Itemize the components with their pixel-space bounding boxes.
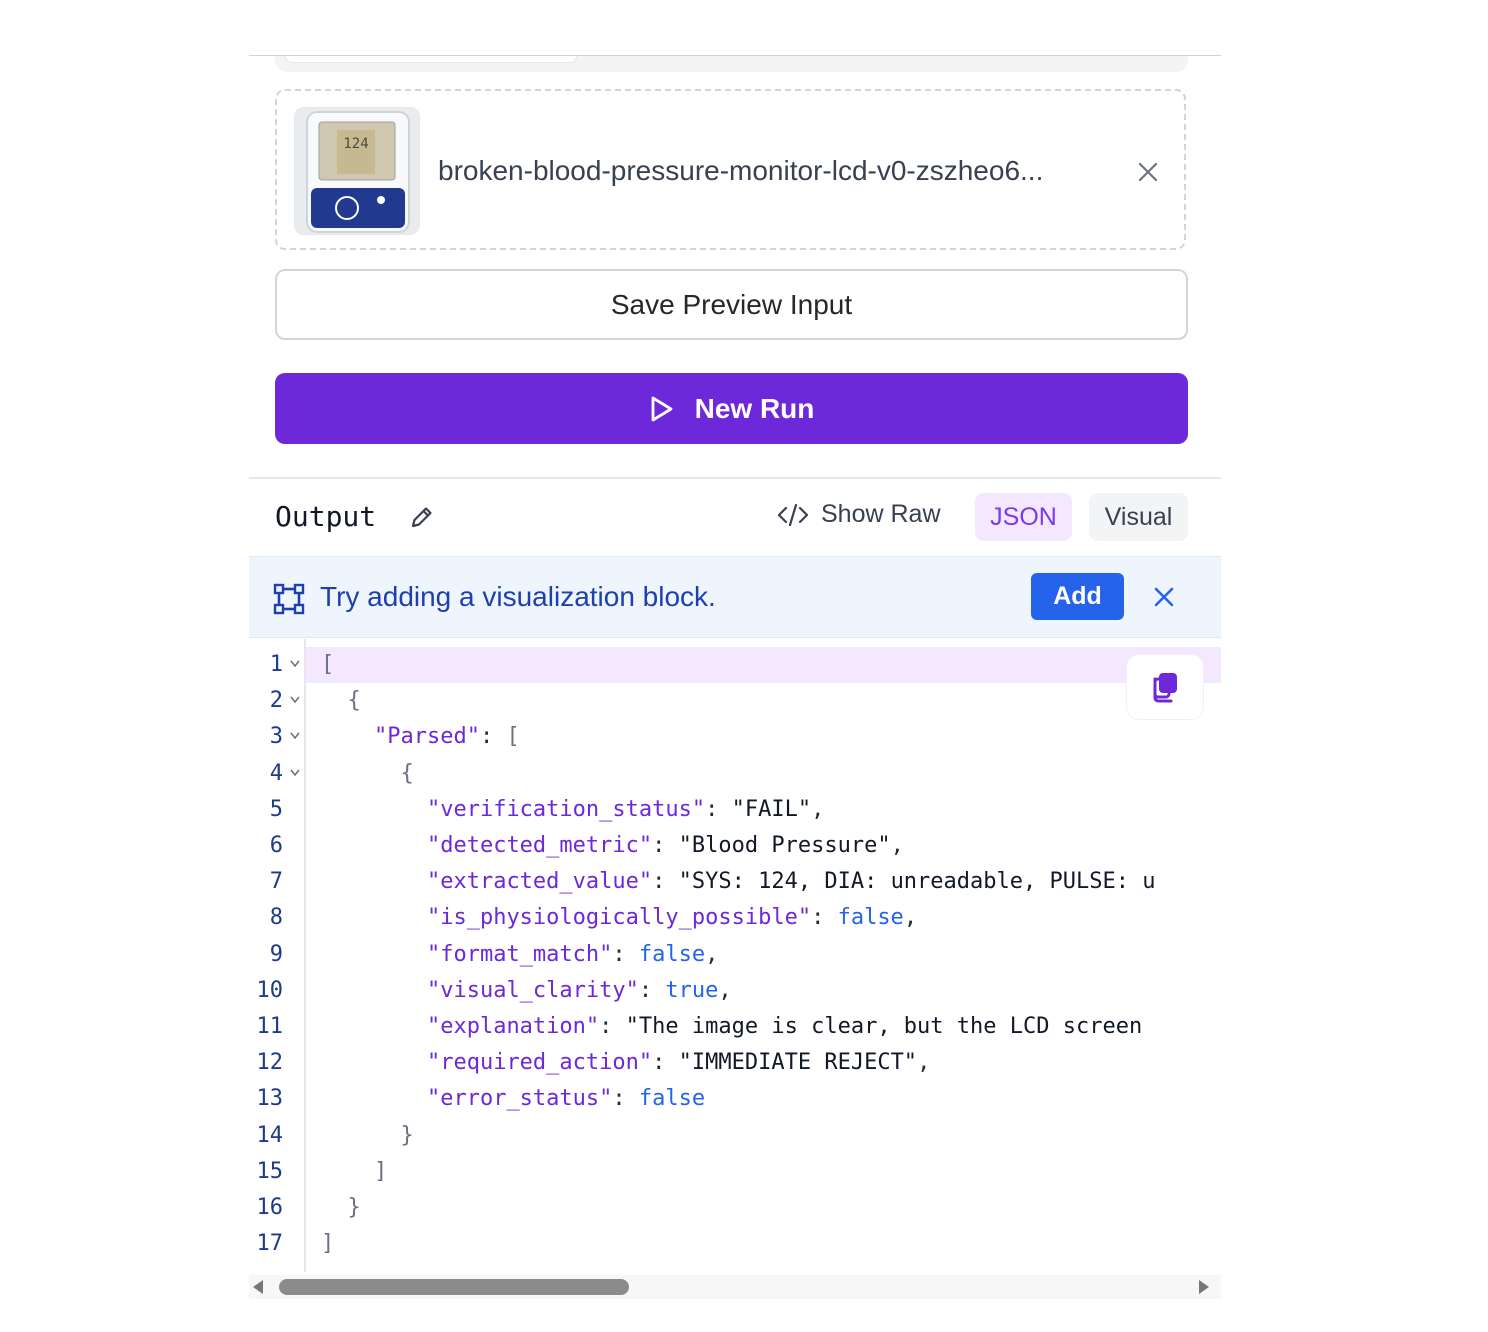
line-number: 9 (269, 941, 283, 967)
section-divider (249, 477, 1221, 479)
svg-text:124: 124 (343, 136, 368, 152)
line-number: 15 (256, 1158, 284, 1184)
line-number: 2 (269, 688, 283, 714)
fold-chevron-icon[interactable] (289, 657, 301, 669)
copy-button[interactable] (1127, 655, 1203, 719)
line-number: 8 (269, 905, 283, 931)
add-visualization-button[interactable]: Add (1031, 573, 1124, 620)
line-number: 3 (269, 724, 283, 750)
code-line: 9 "format_match": false, (249, 937, 1221, 973)
banner-message: Try adding a visualization block. (320, 581, 716, 612)
code-line: 16 } (249, 1190, 1221, 1226)
code-text: "format_match": false, (426, 941, 719, 967)
code-line: 13 "error_status": false (249, 1081, 1221, 1117)
code-text: "is_physiologically_possible": false, (426, 905, 918, 931)
input-area-bottom (275, 56, 1188, 72)
file-thumbnail[interactable]: 124 (294, 107, 420, 235)
code-text: "error_status": false (426, 1086, 706, 1112)
code-line: 14 } (249, 1118, 1221, 1154)
code-text: "detected_metric": "Blood Pressure", (426, 833, 904, 858)
code-line: 2 { (249, 683, 1221, 719)
line-number: 11 (256, 1014, 284, 1039)
code-line: 7 "extracted_value": "SYS: 124, DIA: unr… (249, 864, 1221, 900)
line-number: 17 (256, 1231, 284, 1257)
line-number: 5 (269, 796, 283, 822)
pencil-icon[interactable] (409, 504, 435, 530)
code-text: } (347, 1195, 361, 1220)
code-line: 5 "verification_status": "FAIL", (249, 792, 1221, 828)
scrollbar-thumb[interactable] (279, 1279, 629, 1295)
code-line: 11 "explanation": "The image is clear, b… (249, 1009, 1221, 1045)
tab-json[interactable]: JSON (975, 493, 1072, 541)
fold-chevron-icon[interactable] (289, 766, 301, 778)
play-icon (651, 396, 673, 421)
preview-panel: 124 broken-blood-pressure-monitor-lcd-v0… (249, 0, 1221, 1332)
code-text: "required_action": "IMMEDIATE REJECT", (426, 1050, 931, 1076)
line-number: 10 (256, 977, 284, 1003)
json-code-editor[interactable]: 1[2 {3 "Parsed": [4 {5 "verification_sta… (249, 639, 1221, 1272)
code-line: 12 "required_action": "IMMEDIATE REJECT"… (249, 1045, 1221, 1081)
code-text: "extracted_value": "SYS: 124, DIA: unrea… (426, 869, 1156, 895)
line-number: 13 (256, 1086, 284, 1112)
code-text: { (400, 760, 414, 786)
output-title: Output (275, 500, 377, 533)
code-line: 8 "is_physiologically_possible": false, (249, 900, 1221, 936)
line-number: 7 (269, 869, 283, 895)
visualization-hint-banner: Try adding a visualization block. Add (249, 556, 1221, 638)
code-icon (777, 503, 809, 526)
code-line: 15 ] (249, 1154, 1221, 1190)
code-line: 17] (249, 1226, 1221, 1262)
code-text: ] (321, 1231, 335, 1257)
code-text: [ (321, 652, 335, 677)
line-number: 14 (256, 1122, 284, 1148)
code-line: 4 { (249, 756, 1221, 792)
new-run-button[interactable]: New Run (275, 373, 1188, 444)
remove-file-icon[interactable] (1137, 161, 1159, 183)
close-icon[interactable] (1152, 585, 1176, 609)
code-text: "Parsed": [ (373, 724, 520, 750)
code-text: { (347, 688, 361, 714)
code-line: 6 "detected_metric": "Blood Pressure", (249, 828, 1221, 864)
fold-chevron-icon[interactable] (289, 693, 301, 705)
show-raw-toggle[interactable]: Show Raw (777, 500, 941, 529)
code-line: 1[ (249, 647, 1221, 683)
code-line: 3 "Parsed": [ (249, 719, 1221, 755)
show-raw-label: Show Raw (821, 500, 941, 528)
new-run-label: New Run (694, 392, 815, 424)
file-name: broken-blood-pressure-monitor-lcd-v0-zsz… (438, 155, 1044, 186)
scroll-right-arrow[interactable] (1199, 1280, 1209, 1294)
fold-chevron-icon[interactable] (289, 729, 301, 741)
code-text: "explanation": "The image is clear, but … (426, 1014, 1143, 1039)
uploaded-file-card: 124 broken-blood-pressure-monitor-lcd-v0… (275, 89, 1186, 250)
line-number: 4 (269, 760, 283, 786)
code-text: ] (373, 1158, 388, 1184)
line-number: 1 (269, 652, 283, 677)
code-text: "verification_status": "FAIL", (426, 796, 825, 822)
line-number: 12 (256, 1050, 284, 1076)
scroll-left-arrow[interactable] (253, 1280, 263, 1294)
tab-visual[interactable]: Visual (1089, 493, 1188, 541)
code-text: "visual_clarity": true, (426, 977, 732, 1003)
line-number: 6 (269, 833, 283, 858)
save-preview-input-button[interactable]: Save Preview Input (275, 269, 1188, 340)
frame-icon (273, 583, 305, 615)
line-number: 16 (256, 1195, 284, 1220)
horizontal-scrollbar[interactable] (249, 1275, 1221, 1299)
copy-icon (1153, 673, 1177, 703)
code-text: } (400, 1122, 414, 1148)
code-line: 10 "visual_clarity": true, (249, 973, 1221, 1009)
